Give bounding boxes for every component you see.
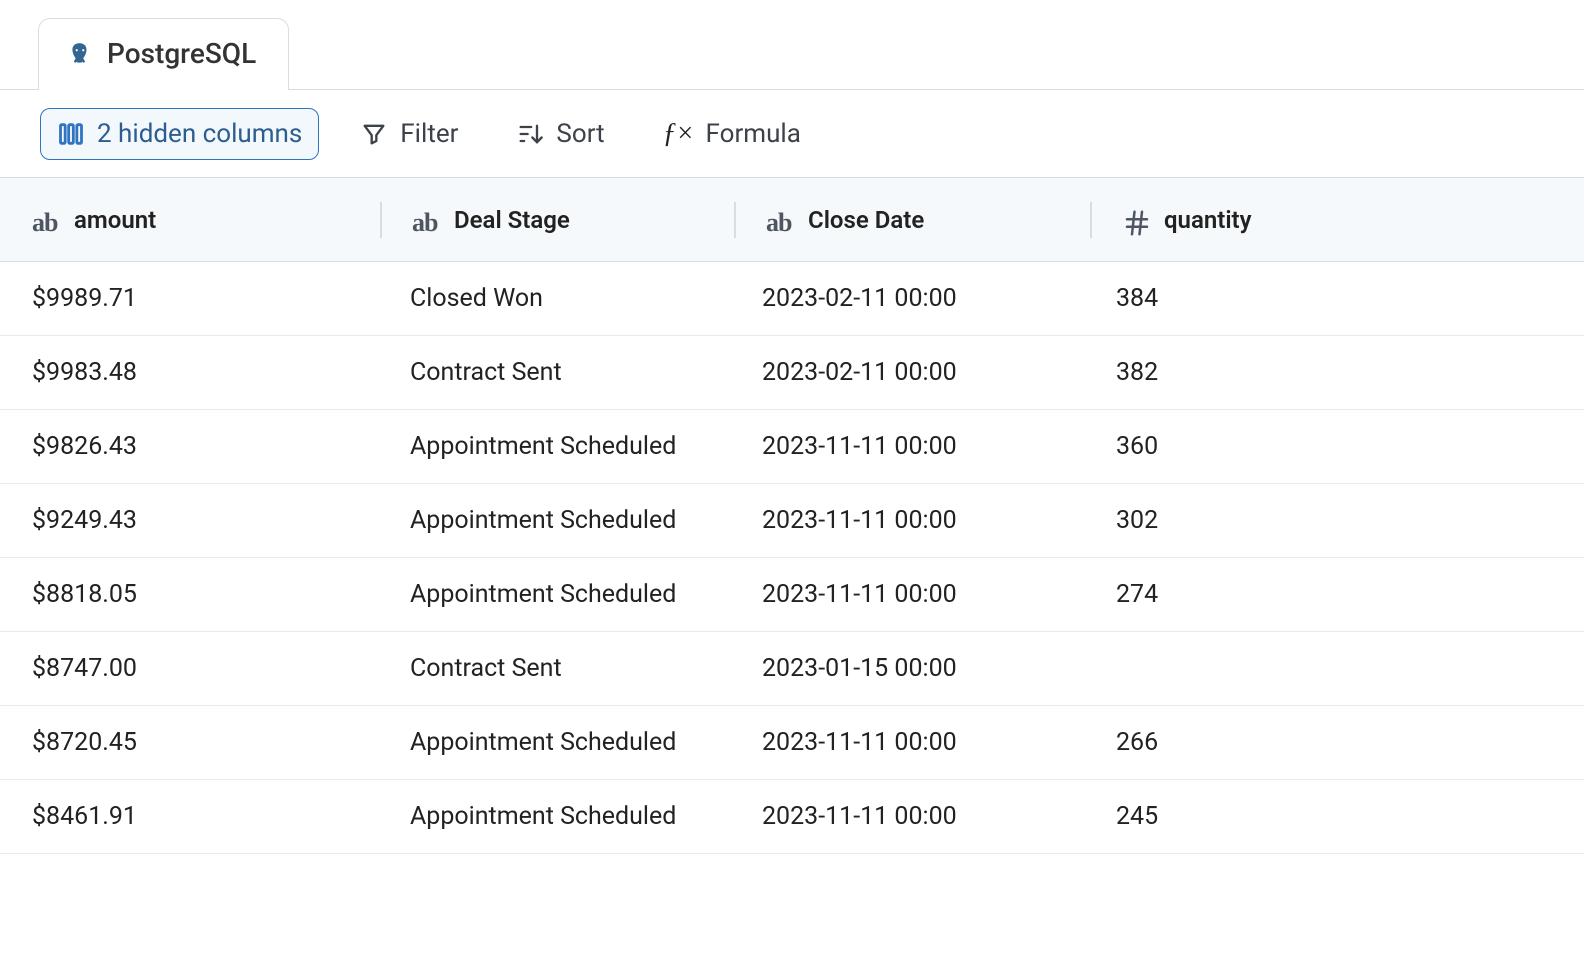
- cell-deal-stage: Contract Sent: [380, 358, 732, 387]
- column-label: quantity: [1164, 206, 1252, 234]
- filter-button[interactable]: Filter: [343, 108, 475, 160]
- cell-amount: $8720.45: [28, 728, 380, 757]
- table-row[interactable]: $9983.48 Contract Sent 2023-02-11 00:00 …: [0, 336, 1584, 410]
- column-label: Deal Stage: [454, 206, 570, 234]
- text-type-icon: ab: [766, 208, 796, 232]
- column-header-deal-stage[interactable]: ab Deal Stage: [382, 206, 734, 234]
- cell-quantity: 360: [1086, 432, 1556, 461]
- table-row[interactable]: $8747.00 Contract Sent 2023-01-15 00:00: [0, 632, 1584, 706]
- number-type-icon: [1122, 208, 1152, 232]
- tab-bar: PostgreSQL: [0, 0, 1584, 90]
- postgresql-icon: [67, 41, 93, 67]
- cell-close-date: 2023-11-11 00:00: [732, 802, 1086, 831]
- table-header: ab amount ab Deal Stage ab Close Date qu…: [0, 178, 1584, 262]
- table-row[interactable]: $9989.71 Closed Won 2023-02-11 00:00 384: [0, 262, 1584, 336]
- column-header-close-date[interactable]: ab Close Date: [736, 206, 1090, 234]
- column-header-amount[interactable]: ab amount: [28, 206, 380, 234]
- sort-label: Sort: [556, 119, 604, 149]
- cell-deal-stage: Appointment Scheduled: [380, 432, 732, 461]
- cell-quantity: 245: [1086, 802, 1556, 831]
- cell-quantity: 382: [1086, 358, 1556, 387]
- table-row[interactable]: $9249.43 Appointment Scheduled 2023-11-1…: [0, 484, 1584, 558]
- sort-icon: [516, 120, 544, 148]
- cell-close-date: 2023-11-11 00:00: [732, 506, 1086, 535]
- table-row[interactable]: $8461.91 Appointment Scheduled 2023-11-1…: [0, 780, 1584, 854]
- cell-close-date: 2023-11-11 00:00: [732, 580, 1086, 609]
- columns-icon: [57, 120, 85, 148]
- cell-amount: $8818.05: [28, 580, 380, 609]
- table-row[interactable]: $8818.05 Appointment Scheduled 2023-11-1…: [0, 558, 1584, 632]
- tab-label: PostgreSQL: [107, 37, 256, 70]
- text-type-icon: ab: [412, 208, 442, 232]
- cell-amount: $9826.43: [28, 432, 380, 461]
- cell-deal-stage: Closed Won: [380, 284, 732, 313]
- cell-close-date: 2023-01-15 00:00: [732, 654, 1086, 683]
- cell-amount: $8461.91: [28, 802, 380, 831]
- hidden-columns-label: 2 hidden columns: [97, 119, 302, 149]
- column-label: Close Date: [808, 206, 924, 234]
- formula-button[interactable]: ƒ× Formula: [646, 107, 818, 161]
- table-row[interactable]: $9826.43 Appointment Scheduled 2023-11-1…: [0, 410, 1584, 484]
- filter-icon: [360, 120, 388, 148]
- cell-deal-stage: Appointment Scheduled: [380, 728, 732, 757]
- hidden-columns-button[interactable]: 2 hidden columns: [40, 108, 319, 160]
- cell-amount: $9989.71: [28, 284, 380, 313]
- cell-quantity: 302: [1086, 506, 1556, 535]
- cell-amount: $9983.48: [28, 358, 380, 387]
- cell-deal-stage: Appointment Scheduled: [380, 506, 732, 535]
- cell-deal-stage: Appointment Scheduled: [380, 580, 732, 609]
- cell-deal-stage: Appointment Scheduled: [380, 802, 732, 831]
- cell-deal-stage: Contract Sent: [380, 654, 732, 683]
- cell-amount: $8747.00: [28, 654, 380, 683]
- table-body: $9989.71 Closed Won 2023-02-11 00:00 384…: [0, 262, 1584, 854]
- filter-label: Filter: [400, 119, 458, 149]
- column-label: amount: [74, 206, 156, 234]
- sort-button[interactable]: Sort: [499, 108, 621, 160]
- formula-icon: ƒ×: [663, 118, 694, 150]
- cell-close-date: 2023-02-11 00:00: [732, 284, 1086, 313]
- cell-quantity: 384: [1086, 284, 1556, 313]
- cell-close-date: 2023-02-11 00:00: [732, 358, 1086, 387]
- table-row[interactable]: $8720.45 Appointment Scheduled 2023-11-1…: [0, 706, 1584, 780]
- toolbar: 2 hidden columns Filter Sort ƒ× Formula: [0, 90, 1584, 178]
- formula-label: Formula: [706, 119, 801, 149]
- cell-close-date: 2023-11-11 00:00: [732, 728, 1086, 757]
- cell-amount: $9249.43: [28, 506, 380, 535]
- cell-close-date: 2023-11-11 00:00: [732, 432, 1086, 461]
- column-header-quantity[interactable]: quantity: [1092, 206, 1556, 234]
- cell-quantity: 266: [1086, 728, 1556, 757]
- cell-quantity: 274: [1086, 580, 1556, 609]
- tab-postgresql[interactable]: PostgreSQL: [38, 18, 289, 90]
- text-type-icon: ab: [32, 208, 62, 232]
